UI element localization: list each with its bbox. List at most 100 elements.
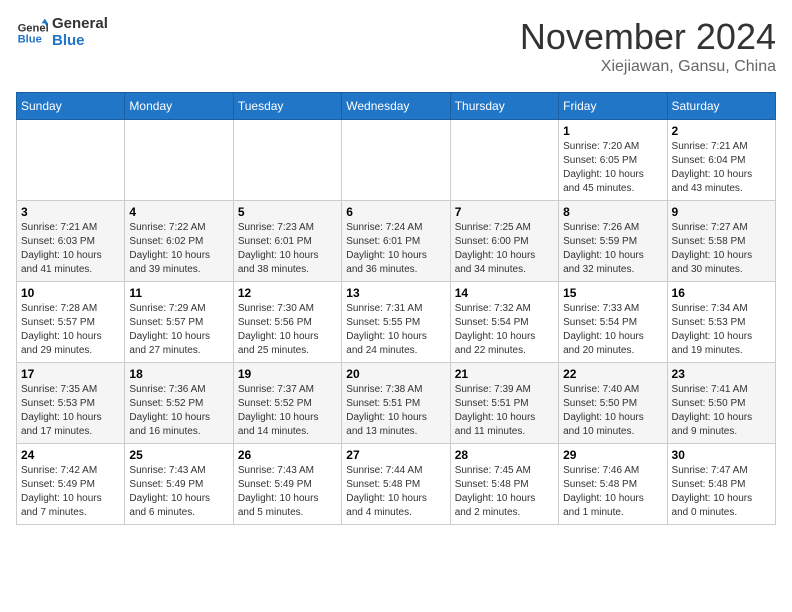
day-number: 3 [21,205,120,219]
logo-line2: Blue [52,33,108,50]
day-number: 14 [455,286,554,300]
day-info: Sunrise: 7:28 AM Sunset: 5:57 PM Dayligh… [21,302,120,358]
calendar-day-cell [17,120,125,201]
weekday-header-cell: Monday [125,93,233,120]
day-info: Sunrise: 7:37 AM Sunset: 5:52 PM Dayligh… [238,383,337,439]
day-info: Sunrise: 7:47 AM Sunset: 5:48 PM Dayligh… [672,464,771,520]
day-info: Sunrise: 7:31 AM Sunset: 5:55 PM Dayligh… [346,302,445,358]
day-number: 26 [238,448,337,462]
calendar-day-cell: 27 Sunrise: 7:44 AM Sunset: 5:48 PM Dayli… [342,444,450,525]
calendar-body: 1 Sunrise: 7:20 AM Sunset: 6:05 PM Daylig… [17,120,776,525]
day-number: 1 [563,124,662,138]
calendar-day-cell [233,120,341,201]
calendar-day-cell: 10 Sunrise: 7:28 AM Sunset: 5:57 PM Dayli… [17,282,125,363]
calendar-day-cell: 15 Sunrise: 7:33 AM Sunset: 5:54 PM Dayli… [559,282,667,363]
calendar-day-cell: 28 Sunrise: 7:45 AM Sunset: 5:48 PM Dayli… [450,444,558,525]
day-number: 15 [563,286,662,300]
weekday-header-cell: Saturday [667,93,775,120]
day-number: 20 [346,367,445,381]
calendar-table: SundayMondayTuesdayWednesdayThursdayFrid… [16,92,776,525]
calendar-week-row: 3 Sunrise: 7:21 AM Sunset: 6:03 PM Daylig… [17,201,776,282]
day-number: 10 [21,286,120,300]
day-info: Sunrise: 7:43 AM Sunset: 5:49 PM Dayligh… [238,464,337,520]
weekday-header-cell: Friday [559,93,667,120]
calendar-day-cell: 24 Sunrise: 7:42 AM Sunset: 5:49 PM Dayli… [17,444,125,525]
calendar-day-cell: 29Sunrise: 7:46 AM Sunset: 5:48 PM Dayli… [559,444,667,525]
day-info: Sunrise: 7:38 AM Sunset: 5:51 PM Dayligh… [346,383,445,439]
day-number: 5 [238,205,337,219]
page-header: General Blue General Blue November 2024 … [16,16,776,76]
weekday-header-cell: Thursday [450,93,558,120]
day-info: Sunrise: 7:33 AM Sunset: 5:54 PM Dayligh… [563,302,662,358]
calendar-day-cell: 21 Sunrise: 7:39 AM Sunset: 5:51 PM Dayli… [450,363,558,444]
day-info: Sunrise: 7:20 AM Sunset: 6:05 PM Dayligh… [563,140,662,196]
month-title: November 2024 [520,16,776,58]
day-number: 4 [129,205,228,219]
day-number: 30 [672,448,771,462]
day-number: 24 [21,448,120,462]
day-number: 8 [563,205,662,219]
calendar-day-cell: 6 Sunrise: 7:24 AM Sunset: 6:01 PM Daylig… [342,201,450,282]
calendar-day-cell: 20 Sunrise: 7:38 AM Sunset: 5:51 PM Dayli… [342,363,450,444]
calendar-day-cell: 30 Sunrise: 7:47 AM Sunset: 5:48 PM Dayli… [667,444,775,525]
day-info: Sunrise: 7:36 AM Sunset: 5:52 PM Dayligh… [129,383,228,439]
day-info: Sunrise: 7:35 AM Sunset: 5:53 PM Dayligh… [21,383,120,439]
calendar-day-cell: 22 Sunrise: 7:40 AM Sunset: 5:50 PM Dayli… [559,363,667,444]
calendar-week-row: 10 Sunrise: 7:28 AM Sunset: 5:57 PM Dayli… [17,282,776,363]
day-info: Sunrise: 7:43 AM Sunset: 5:49 PM Dayligh… [129,464,228,520]
logo: General Blue General Blue [16,16,108,49]
calendar-day-cell: 11Sunrise: 7:29 AM Sunset: 5:57 PM Dayli… [125,282,233,363]
day-info: Sunrise: 7:26 AM Sunset: 5:59 PM Dayligh… [563,221,662,277]
weekday-header-row: SundayMondayTuesdayWednesdayThursdayFrid… [17,93,776,120]
calendar-day-cell: 1 Sunrise: 7:20 AM Sunset: 6:05 PM Daylig… [559,120,667,201]
calendar-day-cell: 9 Sunrise: 7:27 AM Sunset: 5:58 PM Daylig… [667,201,775,282]
weekday-header-cell: Tuesday [233,93,341,120]
day-info: Sunrise: 7:32 AM Sunset: 5:54 PM Dayligh… [455,302,554,358]
day-number: 23 [672,367,771,381]
calendar-day-cell: 18 Sunrise: 7:36 AM Sunset: 5:52 PM Dayli… [125,363,233,444]
title-block: November 2024 Xiejiawan, Gansu, China [520,16,776,76]
calendar-day-cell: 4Sunrise: 7:22 AM Sunset: 6:02 PM Daylig… [125,201,233,282]
day-number: 18 [129,367,228,381]
calendar-day-cell: 14 Sunrise: 7:32 AM Sunset: 5:54 PM Dayli… [450,282,558,363]
day-info: Sunrise: 7:44 AM Sunset: 5:48 PM Dayligh… [346,464,445,520]
day-number: 28 [455,448,554,462]
day-number: 11 [129,286,228,300]
logo-line1: General [52,16,108,33]
day-number: 2 [672,124,771,138]
calendar-day-cell: 2 Sunrise: 7:21 AM Sunset: 6:04 PM Daylig… [667,120,775,201]
calendar-day-cell: 8 Sunrise: 7:26 AM Sunset: 5:59 PM Daylig… [559,201,667,282]
day-info: Sunrise: 7:45 AM Sunset: 5:48 PM Dayligh… [455,464,554,520]
day-info: Sunrise: 7:30 AM Sunset: 5:56 PM Dayligh… [238,302,337,358]
day-info: Sunrise: 7:21 AM Sunset: 6:03 PM Dayligh… [21,221,120,277]
day-number: 21 [455,367,554,381]
day-info: Sunrise: 7:21 AM Sunset: 6:04 PM Dayligh… [672,140,771,196]
day-info: Sunrise: 7:24 AM Sunset: 6:01 PM Dayligh… [346,221,445,277]
calendar-week-row: 24 Sunrise: 7:42 AM Sunset: 5:49 PM Dayli… [17,444,776,525]
calendar-day-cell: 12Sunrise: 7:30 AM Sunset: 5:56 PM Dayli… [233,282,341,363]
calendar-day-cell: 19Sunrise: 7:37 AM Sunset: 5:52 PM Dayli… [233,363,341,444]
day-info: Sunrise: 7:42 AM Sunset: 5:49 PM Dayligh… [21,464,120,520]
day-number: 16 [672,286,771,300]
day-number: 7 [455,205,554,219]
calendar-day-cell: 17 Sunrise: 7:35 AM Sunset: 5:53 PM Dayli… [17,363,125,444]
logo-icon: General Blue [16,17,48,49]
day-info: Sunrise: 7:23 AM Sunset: 6:01 PM Dayligh… [238,221,337,277]
calendar-day-cell [450,120,558,201]
day-number: 17 [21,367,120,381]
day-info: Sunrise: 7:27 AM Sunset: 5:58 PM Dayligh… [672,221,771,277]
weekday-header-cell: Wednesday [342,93,450,120]
calendar-day-cell: 26 Sunrise: 7:43 AM Sunset: 5:49 PM Dayli… [233,444,341,525]
calendar-day-cell: 3 Sunrise: 7:21 AM Sunset: 6:03 PM Daylig… [17,201,125,282]
calendar-day-cell: 25Sunrise: 7:43 AM Sunset: 5:49 PM Dayli… [125,444,233,525]
day-info: Sunrise: 7:25 AM Sunset: 6:00 PM Dayligh… [455,221,554,277]
day-info: Sunrise: 7:41 AM Sunset: 5:50 PM Dayligh… [672,383,771,439]
day-info: Sunrise: 7:39 AM Sunset: 5:51 PM Dayligh… [455,383,554,439]
calendar-week-row: 17 Sunrise: 7:35 AM Sunset: 5:53 PM Dayli… [17,363,776,444]
day-number: 6 [346,205,445,219]
day-number: 29 [563,448,662,462]
day-number: 9 [672,205,771,219]
day-number: 22 [563,367,662,381]
day-info: Sunrise: 7:40 AM Sunset: 5:50 PM Dayligh… [563,383,662,439]
day-number: 27 [346,448,445,462]
